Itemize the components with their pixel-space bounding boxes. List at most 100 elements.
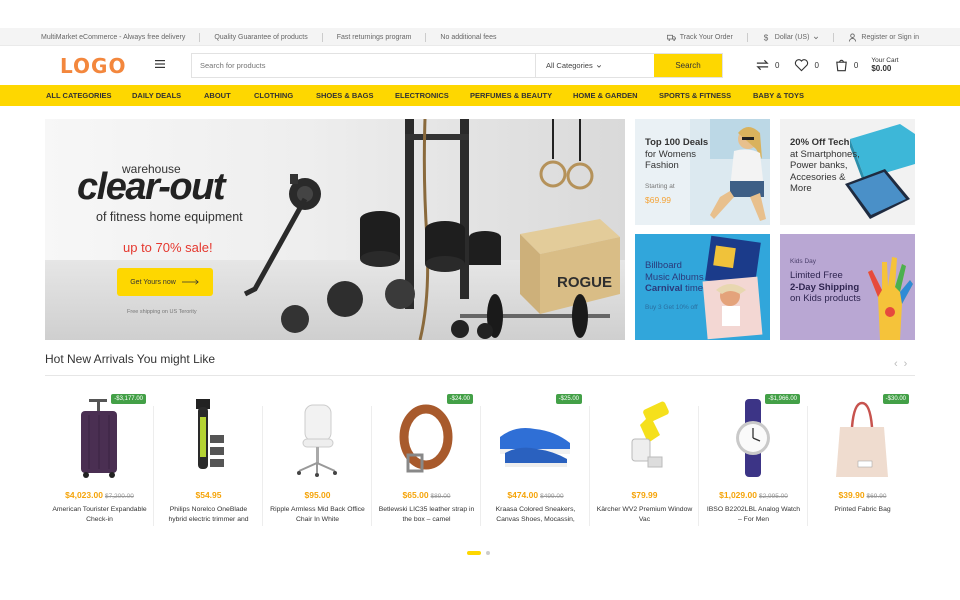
get-yours-now-button[interactable]: Get Yours now <box>117 268 213 296</box>
account-label: Register or Sign in <box>861 33 919 41</box>
nav-item-clothing[interactable]: CLOTHING <box>254 91 293 100</box>
product-card[interactable]: -$25.00 $474.00 $499.00 Kraasa Colored Sn… <box>481 392 590 532</box>
cart-button[interactable]: 0 Your Cart $0.00 <box>834 57 899 73</box>
product-name[interactable]: Philips Norelco OneBlade hybrid electric… <box>160 505 257 525</box>
product-price: $1,029.00 <box>719 490 757 500</box>
product-card[interactable]: $79.99 Kärcher WV2 Premium Window Vac <box>590 392 699 532</box>
promo-3-line-2: Music Albums <box>645 271 704 283</box>
product-price: $54.95 <box>195 490 222 500</box>
product-old-price: $2,995.00 <box>758 493 788 500</box>
nav-item-electronics[interactable]: ELECTRONICS <box>395 91 449 100</box>
product-card[interactable]: -$1,966.00 $1,029.00 $2,995.00 IBSO B2202… <box>699 392 808 532</box>
nav-item-all-categories[interactable]: ALL CATEGORIES <box>46 91 112 100</box>
hero-sale-text: up to 70% sale! <box>123 240 213 255</box>
promo-1-price: $69.99 <box>645 195 671 205</box>
nav-item-home-garden[interactable]: HOME & GARDEN <box>573 91 638 100</box>
cta-label: Get Yours now <box>130 278 176 286</box>
product-name[interactable]: Printed Fabric Bag <box>814 505 911 515</box>
suitcase-image <box>81 399 117 478</box>
promo-3-line-3: time <box>682 283 704 294</box>
nav-item-sports-fitness[interactable]: SPORTS & FITNESS <box>659 91 731 100</box>
promo-2-title: 20% Off Tech <box>790 137 850 148</box>
promo-2-line-4: More <box>790 183 812 194</box>
account-link[interactable]: Register or Sign in <box>848 32 919 42</box>
product-name[interactable]: American Tourister Expandable Check-in <box>51 505 148 525</box>
product-name[interactable]: Betlewski LIC35 leather strap in the box… <box>378 505 475 525</box>
product-name[interactable]: Kärcher WV2 Premium Window Vac <box>596 505 693 525</box>
promo-kids[interactable]: Kids Day Limited Free 2-Day Shipping on … <box>780 234 915 340</box>
promo-3-line-1: Billboard <box>645 260 682 271</box>
nav-item-shoes-bags[interactable]: SHOES & BAGS <box>316 91 374 100</box>
box-brand-text: ROGUE <box>557 274 612 291</box>
product-name[interactable]: Kraasa Colored Sneakers, Canvas Shoes, M… <box>487 505 584 525</box>
chevron-down-icon <box>596 64 601 68</box>
hero-shipping-note: Free shipping on US Terority <box>127 309 197 315</box>
promo-tech[interactable]: 20% Off Tech at Smartphones, Power banks… <box>780 119 915 225</box>
product-price: $95.00 <box>304 490 331 500</box>
search-input[interactable] <box>192 54 535 77</box>
promo-music[interactable]: Billboard Music Albums Carnival time Buy… <box>635 234 770 340</box>
carousel-next-arrow[interactable]: › <box>904 358 908 370</box>
search-bar: All Categories Search <box>191 53 723 78</box>
compare-count: 0 <box>775 60 780 70</box>
fabric-bag-image <box>836 401 888 477</box>
woman-fashion-image <box>690 119 770 225</box>
product-old-price: $7,200.00 <box>104 493 134 500</box>
carousel-pagination <box>467 551 490 555</box>
track-order-label: Track Your Order <box>679 33 733 41</box>
wishlist-button[interactable]: 0 <box>794 58 819 72</box>
product-old-price: $69.90 <box>866 493 887 500</box>
promo-4-line-3: on Kids products <box>790 293 861 304</box>
product-card[interactable]: -$3,177.00 $4,023.00 $7,200.00 American T… <box>45 392 154 532</box>
office-chair-image <box>297 404 337 477</box>
compare-button[interactable]: 0 <box>755 58 779 72</box>
wishlist-count: 0 <box>814 60 819 70</box>
nav-item-daily-deals[interactable]: DAILY DEALS <box>132 91 181 100</box>
product-old-price: $89.00 <box>430 493 451 500</box>
promo-top-deals[interactable]: Top 100 Deals for Womens Fashion Startin… <box>635 119 770 225</box>
category-select[interactable]: All Categories <box>535 54 654 77</box>
hero-subtitle: of fitness home equipment <box>96 210 243 224</box>
product-price: $474.00 <box>507 490 539 500</box>
shopping-bag-icon <box>836 59 847 72</box>
site-logo[interactable]: LOGO <box>60 54 126 78</box>
painted-hands-image <box>868 257 913 340</box>
currency-select[interactable]: $ Dollar (US) <box>762 33 820 42</box>
product-card[interactable]: $54.95 Philips Norelco OneBlade hybrid e… <box>154 392 263 532</box>
chevron-down-icon <box>814 36 819 39</box>
album-covers-image <box>702 235 763 340</box>
heart-icon <box>795 59 809 72</box>
topbar-text-quality: Quality Guarantee of products <box>214 33 308 41</box>
product-card[interactable]: $95.00 Ripple Armless Mid Back Office Ch… <box>263 392 372 532</box>
carousel-dot[interactable] <box>486 551 490 555</box>
promo-1-line-2: Fashion <box>645 160 679 171</box>
nav-item-perfumes-beauty[interactable]: PERFUMES & BEAUTY <box>470 91 552 100</box>
promo-3-line-3-bold: Carnival <box>645 283 683 294</box>
hamburger-menu-icon[interactable] <box>155 60 165 68</box>
promo-1-title: Top 100 Deals <box>645 137 709 148</box>
nav-item-baby-toys[interactable]: BABY & TOYS <box>753 91 804 100</box>
promo-4-tag: Kids Day <box>790 258 817 265</box>
window-vac-image <box>631 401 669 468</box>
svg-text:$: $ <box>764 33 769 41</box>
product-name[interactable]: Ripple Armless Mid Back Office Chair In … <box>269 505 366 525</box>
carousel-dot-active[interactable] <box>467 551 481 555</box>
hero-banner[interactable]: ROGUE warehouse clear-out of fitness hom… <box>45 119 625 340</box>
truck-icon <box>666 34 676 41</box>
promo-3-note: Buy 3 Get 10% off <box>645 304 698 311</box>
product-card[interactable]: -$30.00 $39.90 $69.90 Printed Fabric Bag <box>808 392 917 532</box>
product-price: $65.00 <box>402 490 429 500</box>
arrow-right-icon <box>181 279 199 285</box>
promo-1-starting: Starting at <box>645 183 675 190</box>
carousel-prev-arrow[interactable]: ‹ <box>894 358 898 370</box>
product-name[interactable]: IBSO B2202LBL Analog Watch – For Men <box>705 505 802 525</box>
user-icon <box>849 32 857 42</box>
track-order-link[interactable]: Track Your Order <box>666 33 733 42</box>
hero-title: clear-out <box>77 166 225 208</box>
nav-item-about[interactable]: ABOUT <box>204 91 231 100</box>
product-card[interactable]: -$24.00 $65.00 $89.00 Betlewski LIC35 lea… <box>372 392 481 532</box>
topbar-text-fees: No additional fees <box>440 33 497 41</box>
dollar-icon: $ <box>764 33 769 41</box>
promo-2-line-1: at Smartphones, <box>790 148 860 160</box>
search-button[interactable]: Search <box>654 54 722 77</box>
